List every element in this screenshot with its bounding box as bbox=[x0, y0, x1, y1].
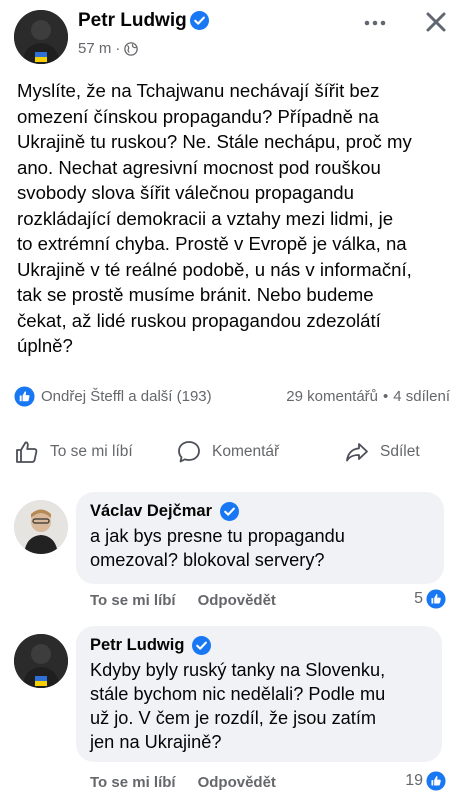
like-button[interactable]: To se mi líbí bbox=[14, 434, 133, 470]
comment-like-count[interactable]: 5 bbox=[414, 589, 446, 609]
like-button-label: To se mi líbí bbox=[50, 443, 133, 460]
share-button[interactable]: Sdílet bbox=[344, 434, 420, 470]
verified-badge-icon bbox=[220, 501, 240, 521]
comment-actions: To se mi líbí Odpovědět bbox=[90, 774, 276, 791]
like-reaction-icon bbox=[426, 771, 446, 791]
comment-item: Václav Dejčmar a jak bys presne tu propa… bbox=[0, 492, 462, 612]
comment-like-count-value: 19 bbox=[405, 772, 423, 789]
comment-text: Kdyby byly ruský tanky na Slovenku, stál… bbox=[90, 660, 386, 752]
verified-badge-icon bbox=[190, 11, 209, 30]
share-arrow-icon bbox=[346, 443, 368, 462]
comment-like-count-value: 5 bbox=[414, 590, 423, 607]
comment-item: Petr Ludwig Kdyby byly ruský tanky na Sl… bbox=[0, 626, 462, 800]
thumbs-up-icon bbox=[16, 441, 38, 463]
comment-reply-button[interactable]: Odpovědět bbox=[198, 774, 276, 791]
comment-actions: To se mi líbí Odpovědět bbox=[90, 592, 276, 609]
comment-bubble: Václav Dejčmar a jak bys presne tu propa… bbox=[76, 492, 444, 584]
comment-bubble: Petr Ludwig Kdyby byly ruský tanky na Sl… bbox=[76, 626, 442, 762]
comment-bubble-icon bbox=[178, 441, 200, 463]
post-meta: 57 m · bbox=[78, 40, 139, 57]
comment-author: Václav Dejčmar bbox=[90, 500, 430, 522]
post-time[interactable]: 57 m bbox=[78, 40, 111, 57]
post-action-bar: To se mi líbí Komentář Sdílet bbox=[0, 434, 462, 470]
post-author-name[interactable]: Petr Ludwig bbox=[78, 10, 187, 32]
globe-icon bbox=[124, 41, 139, 56]
comment-author-name[interactable]: Petr Ludwig bbox=[90, 636, 184, 655]
comment-like-count[interactable]: 19 bbox=[405, 771, 446, 791]
like-reaction-icon[interactable] bbox=[14, 386, 35, 407]
more-dots-icon[interactable] bbox=[360, 8, 390, 38]
comment-author: Petr Ludwig bbox=[90, 634, 428, 656]
shares-count[interactable]: 4 sdílení bbox=[393, 388, 450, 405]
comments-count[interactable]: 29 komentářů bbox=[286, 388, 378, 405]
comment-button-label: Komentář bbox=[212, 443, 280, 460]
comment-text: a jak bys presne tu propagandu omezoval?… bbox=[90, 526, 345, 570]
post-header: Petr Ludwig 57 m · bbox=[0, 0, 462, 70]
comment-reply-button[interactable]: Odpovědět bbox=[198, 592, 276, 609]
commenter-avatar[interactable] bbox=[14, 634, 68, 688]
reactions-summary: Ondřej Šteffl a další (193) 29 komentářů… bbox=[14, 386, 454, 408]
comment-like-button[interactable]: To se mi líbí bbox=[90, 592, 176, 609]
like-reaction-icon bbox=[426, 589, 446, 609]
commenter-avatar[interactable] bbox=[14, 500, 68, 554]
reactors-link[interactable]: Ondřej Šteffl a další (193) bbox=[41, 388, 212, 405]
counts-separator: • bbox=[383, 388, 389, 405]
comment-like-button[interactable]: To se mi líbí bbox=[90, 774, 176, 791]
engagement-counts: 29 komentářů • 4 sdílení bbox=[286, 388, 450, 405]
meta-separator: · bbox=[115, 40, 121, 57]
comment-author-name[interactable]: Václav Dejčmar bbox=[90, 502, 212, 521]
verified-badge-icon bbox=[192, 635, 212, 655]
author-avatar[interactable] bbox=[14, 10, 68, 64]
share-button-label: Sdílet bbox=[380, 443, 420, 460]
close-icon[interactable] bbox=[420, 6, 452, 38]
post-body-text: Myslíte, že na Tchajwanu nechávají šířit… bbox=[17, 80, 412, 356]
